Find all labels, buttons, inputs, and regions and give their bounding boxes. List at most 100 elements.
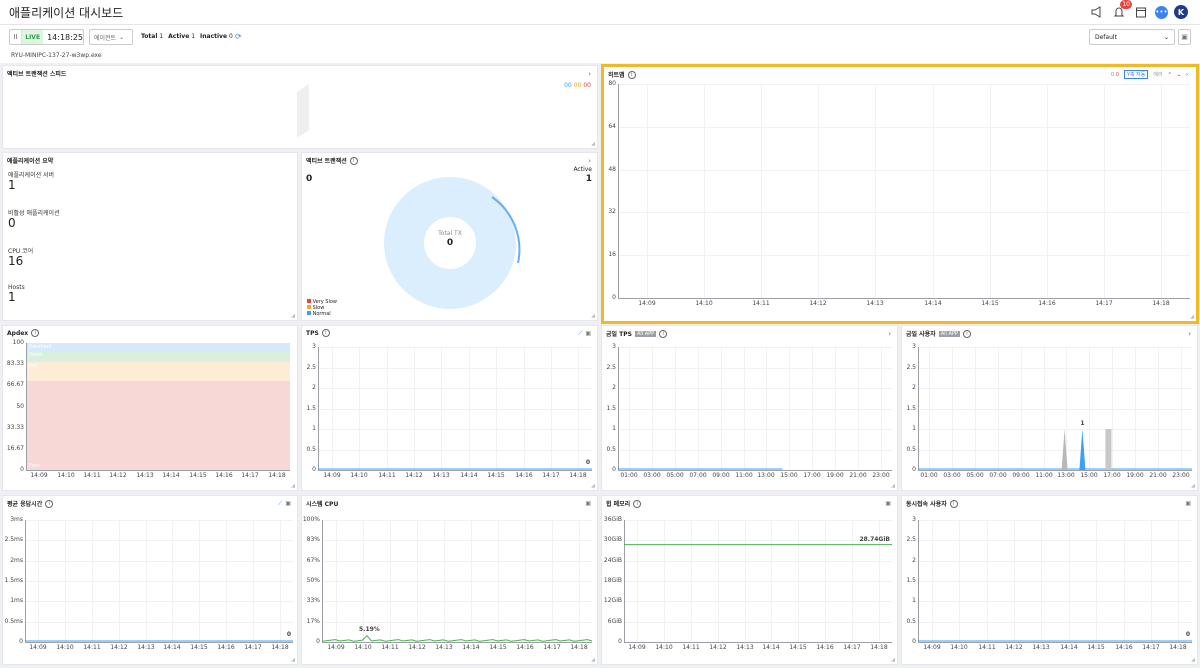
x-tick-label: 09:00 — [1012, 472, 1030, 479]
x-tick-label: 11:00 — [1035, 472, 1053, 479]
calendar-icon[interactable] — [1133, 4, 1149, 20]
info-icon[interactable]: i — [659, 329, 668, 338]
chevron-right-icon[interactable]: › — [888, 330, 891, 338]
x-tick-label: 07:00 — [989, 472, 1007, 479]
chevron-up-icon[interactable]: ⌃ — [1168, 72, 1172, 78]
today-users-panel: 금일 사용자 All APP i › 3 2.5 2 1.5 1 0.5 0 01:00 03:00… — [901, 325, 1198, 491]
response-time-plot[interactable]: 3ms 2.5ms 2ms 1.5ms 1ms 0.5ms 0 14:09 14:10 14:11… — [4, 516, 293, 652]
chevron-right-icon[interactable]: › — [1186, 72, 1188, 78]
info-icon[interactable]: i — [627, 70, 636, 79]
x-tick-label: 14:11 — [978, 644, 996, 651]
summary-label: 비활성 애플리케이션 — [8, 210, 60, 217]
x-tick-label: 14:11 — [378, 472, 396, 479]
x-tick-label: 14:18 — [268, 472, 286, 479]
image-icon[interactable]: ▣ — [885, 500, 891, 507]
grid-line — [1161, 84, 1162, 298]
x-tick-label: 14:13 — [136, 472, 154, 479]
resize-icon[interactable]: ◢ — [1191, 657, 1195, 663]
y-tick-label: 3 — [912, 516, 916, 523]
concurrent-users-plot[interactable]: 3 2.5 2 1.5 1 0.5 0 14:09 14:10 14:11 14:12 14:13 14… — [906, 516, 1192, 652]
summary-item: 애플리케이션 서버 1 — [8, 170, 54, 192]
resize-icon[interactable]: ◢ — [591, 657, 595, 663]
panel-title: 액티브 트랜잭션 i — [306, 156, 358, 165]
avatar[interactable]: K — [1174, 5, 1188, 19]
scope-tag: All APP — [634, 330, 657, 337]
info-icon[interactable]: i — [45, 499, 54, 508]
chevron-down-icon: ⌄ — [119, 33, 125, 41]
panel-title: 시스템 CPU — [306, 501, 339, 508]
y-tick-label: 2 — [612, 384, 616, 391]
pause-icon[interactable]: II — [10, 30, 23, 44]
info-icon[interactable]: i — [31, 329, 40, 337]
x-tick-label: 15:00 — [1080, 472, 1098, 479]
x-tick-label: 03:00 — [643, 472, 661, 479]
chevron-right-icon[interactable]: › — [588, 157, 591, 165]
x-tick-label: 13:00 — [1057, 472, 1075, 479]
error-filter[interactable]: 에러 — [1153, 71, 1162, 78]
x-tick-label: 14:12 — [408, 644, 426, 651]
resize-icon[interactable]: ◢ — [291, 313, 295, 319]
image-icon[interactable]: ▣ — [585, 330, 591, 338]
tps-panel: TPS i ⟋ ▣ 3 2.5 2 1.5 1 0.5 0 14:09 14:10 14:11 14:1… — [301, 325, 598, 491]
refresh-icon[interactable]: ⟳ — [235, 32, 242, 41]
apdex-plot[interactable]: 100 83.33 66.67 50 33.33 16.67 0 14:09 14:10 14:1… — [7, 339, 290, 480]
heatmap-plot[interactable]: 80 64 48 32 16 0 14:09 14:10 14:11 14:12 14:13 14:1… — [608, 80, 1190, 308]
summary-item: CPU 코어 16 — [8, 246, 33, 268]
today-tps-plot[interactable]: 3 2.5 2 1.5 1 0.5 0 01:00 03:00 05:00 07:00 09:00 11… — [606, 343, 892, 480]
system-cpu-plot[interactable]: 100% 83% 67% 50% 33% 17% 0 14:09 14:10 14:11 14:12… — [303, 516, 592, 652]
resize-icon[interactable]: ◢ — [291, 483, 295, 489]
bell-icon[interactable]: 10 — [1111, 0, 1132, 20]
preset-select[interactable]: Default ⌄ — [1089, 29, 1175, 45]
chevron-down-icon[interactable]: ⌄ — [1177, 72, 1181, 78]
line-chart-icon[interactable]: ⟋ — [578, 330, 582, 338]
resize-icon[interactable]: ◢ — [891, 483, 895, 489]
active-tx-left-value: 0 — [306, 174, 313, 184]
y-tick-label: 3 — [612, 343, 616, 350]
resize-icon[interactable]: ◢ — [1191, 483, 1195, 489]
info-icon[interactable]: i — [633, 499, 642, 508]
resize-icon[interactable]: ◢ — [591, 141, 595, 147]
image-icon[interactable]: ▣ — [285, 500, 291, 508]
resize-icon[interactable]: ◢ — [1190, 314, 1194, 320]
donut-center-label: Total TX — [438, 230, 462, 237]
image-icon[interactable]: ▣ — [585, 500, 591, 507]
image-icon[interactable]: ▣ — [1185, 500, 1191, 507]
heatmap-controls: 0 0 Y축 자동 에러 ⌃ ⌄ › — [1111, 70, 1188, 79]
grid-line — [933, 84, 934, 298]
chat-icon[interactable]: ••• — [1155, 5, 1168, 19]
panel-title-text: 동시접속 사용자 — [906, 501, 947, 508]
info-icon[interactable]: i — [321, 329, 330, 337]
heap-memory-plot[interactable]: 36GiB 30GiB 24GiB 18GiB 12GiB 6GiB 0 14:09 14:10… — [604, 516, 892, 652]
resize-icon[interactable]: ◢ — [891, 657, 895, 663]
resize-icon[interactable]: ◢ — [591, 313, 595, 319]
x-tick-label: 21:00 — [849, 472, 867, 479]
x-tick-label: 23:00 — [1172, 472, 1190, 479]
chevron-right-icon[interactable]: › — [1188, 330, 1191, 338]
info-icon[interactable]: i — [349, 156, 358, 165]
tps-plot[interactable]: 3 2.5 2 1.5 1 0.5 0 14:09 14:10 14:11 14:12 14:13 14… — [306, 343, 592, 480]
heatmap-count-error: 0 — [1115, 71, 1119, 78]
megaphone-icon[interactable] — [1089, 4, 1105, 20]
info-icon[interactable]: i — [962, 329, 971, 338]
speed-panel: 액티브 트랜잭션 스피드 › 00 00 00 ◢ — [2, 65, 598, 149]
info-icon[interactable]: i — [949, 499, 958, 508]
live-control[interactable]: II LIVE 14:18:25 — [9, 29, 84, 45]
today-users-plot[interactable]: 3 2.5 2 1.5 1 0.5 0 01:00 03:00 05:00 07:00 09:00 11… — [906, 343, 1192, 480]
grid-line — [818, 84, 819, 298]
y-axis-auto-toggle[interactable]: Y축 자동 — [1123, 70, 1149, 79]
y-tick-label: 30GiB — [603, 536, 622, 543]
x-tick-label: 01:00 — [620, 472, 638, 479]
x-tick-label: 14:10 — [950, 644, 968, 651]
concurrent-users-panel: 동시접속 사용자 i ▣ 3 2.5 2 1.5 1 0.5 0 14:09 14:10 14:11… — [901, 495, 1198, 665]
panel-title: 금일 사용자 All APP i — [906, 329, 971, 338]
resize-icon[interactable]: ◢ — [591, 483, 595, 489]
x-tick-label: 17:00 — [803, 472, 821, 479]
agent-select[interactable]: 에이전트 ⌄ — [89, 29, 133, 45]
chevron-right-icon[interactable]: › — [588, 70, 591, 78]
save-icon[interactable]: ▣ — [1178, 29, 1191, 45]
x-tick-label: 14:11 — [381, 644, 399, 651]
summary-item: Hosts 1 — [8, 284, 25, 304]
series-line — [918, 640, 1192, 642]
line-chart-icon[interactable]: ⟋ — [278, 500, 282, 508]
resize-icon[interactable]: ◢ — [291, 657, 295, 663]
